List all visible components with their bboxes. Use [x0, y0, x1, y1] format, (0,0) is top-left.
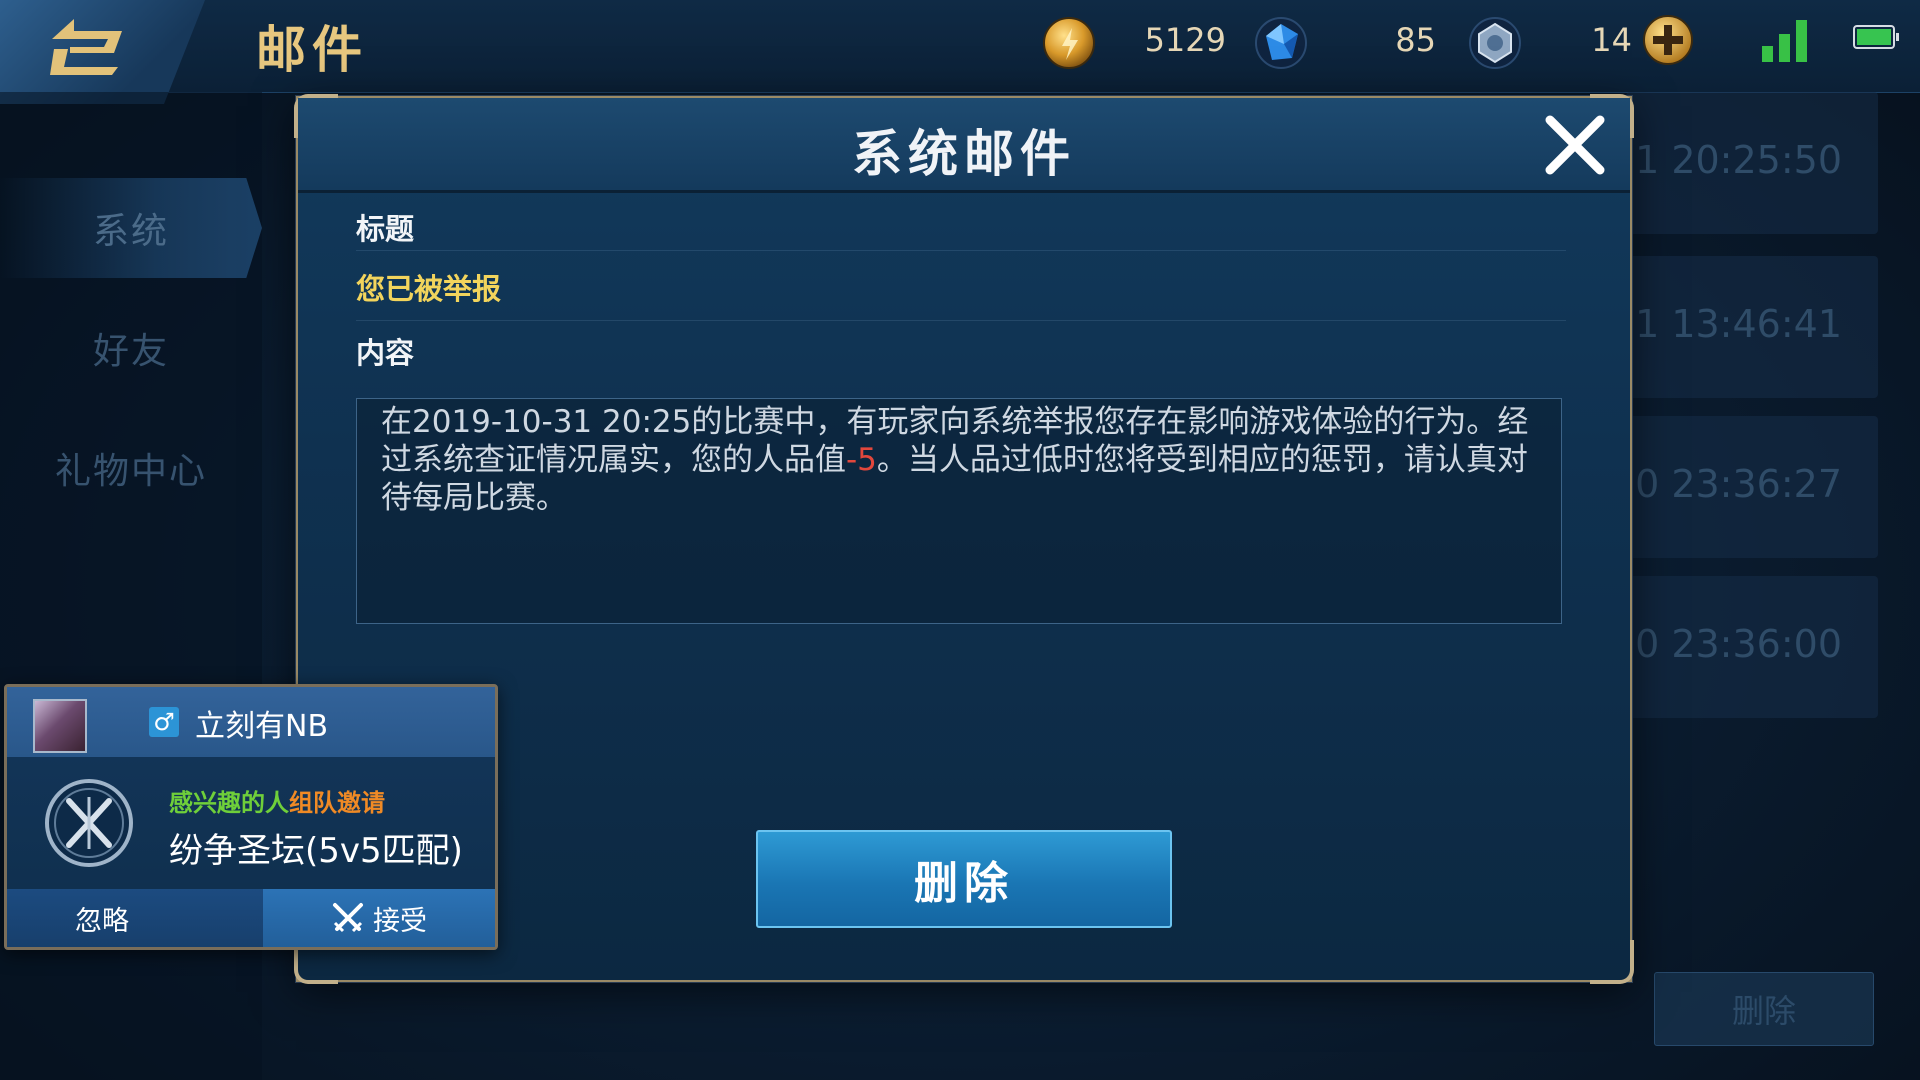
page-title: 邮件 [256, 21, 368, 79]
avatar[interactable] [33, 699, 87, 753]
invite-body: 感兴趣的人组队邀请 纷争圣坛(5v5匹配) [7, 757, 495, 889]
mail-list-item[interactable]: -31 20:25:50 [1597, 92, 1878, 234]
mail-content: 在2019-10-31 20:25的比赛中，有玩家向系统举报您存在影响游戏体验的… [356, 398, 1562, 624]
mail-time: -30 23:36:27 [1597, 462, 1842, 506]
crossed-swords-icon [333, 903, 363, 933]
invite-actions: 忽略 接受 [7, 889, 495, 947]
close-icon[interactable] [1542, 112, 1608, 178]
nav-item-label: 礼物中心 [54, 451, 207, 492]
subject-label: 标题 [356, 212, 415, 246]
mail-list-item[interactable]: -30 23:36:27 [1597, 416, 1878, 558]
interest-tag: 感兴趣的人 [169, 789, 289, 817]
gold-currency [1042, 8, 1096, 78]
game-mode-name: 纷争圣坛(5v5匹配) [169, 831, 463, 871]
reputation-change: -5 [846, 442, 877, 478]
nav-item-gift-center[interactable]: 礼物中心 [0, 418, 262, 518]
diamond-currency [1254, 8, 1308, 78]
content-label: 内容 [356, 336, 415, 370]
inviter-name: 立刻有NB [195, 709, 329, 744]
diamond-icon [1255, 17, 1307, 69]
voucher-icon [1469, 17, 1521, 69]
nav-item-label: 好友 [92, 331, 169, 372]
gold-amount: 5129 [1144, 21, 1226, 59]
nav-item-label: 系统 [92, 211, 169, 252]
invite-type: 组队邀请 [289, 789, 385, 817]
gold-coin-icon [1043, 17, 1095, 69]
frame-corner [1590, 940, 1634, 984]
nav-item-friends[interactable]: 好友 [0, 298, 262, 398]
back-arrow-icon [49, 19, 122, 75]
mail-list-item[interactable]: -30 23:36:00 [1597, 576, 1878, 718]
mail-time: -31 13:46:41 [1597, 302, 1842, 346]
game-mode-icon [45, 779, 133, 867]
voucher-currency [1468, 8, 1522, 78]
accept-label: 接受 [373, 905, 427, 937]
nav-item-system[interactable]: 系统 [0, 178, 262, 278]
top-bar: 邮件 5129 85 14 [0, 0, 1920, 104]
voucher-amount: 14 [1591, 21, 1632, 59]
divider [356, 320, 1566, 321]
mail-list-item[interactable]: -31 13:46:41 [1597, 256, 1878, 398]
dialog-title: 系统邮件 [852, 125, 1076, 183]
invite-header: ♂ 立刻有NB [7, 687, 495, 757]
mail-subject: 您已被举报 [356, 272, 502, 306]
delete-button[interactable]: 删除 [756, 830, 1172, 928]
dialog-header: 系统邮件 [298, 98, 1630, 193]
back-button[interactable] [0, 0, 205, 104]
mail-time: -31 20:25:50 [1597, 138, 1842, 182]
signal-strength-icon [1762, 18, 1807, 62]
male-gender-icon: ♂ [149, 707, 179, 737]
team-invite-popup: ♂ 立刻有NB 感兴趣的人组队邀请 纷争圣坛(5v5匹配) 忽略 接受 [4, 684, 498, 950]
delete-all-button[interactable]: 删除 [1654, 972, 1874, 1046]
mail-time: -30 23:36:00 [1597, 622, 1842, 666]
add-currency-icon[interactable] [1642, 14, 1694, 66]
invite-tag: 感兴趣的人组队邀请 [169, 783, 385, 818]
divider [356, 250, 1566, 251]
accept-button[interactable]: 接受 [263, 889, 495, 947]
diamond-amount: 85 [1395, 21, 1436, 59]
ignore-button[interactable]: 忽略 [7, 889, 197, 947]
battery-icon [1853, 25, 1899, 49]
